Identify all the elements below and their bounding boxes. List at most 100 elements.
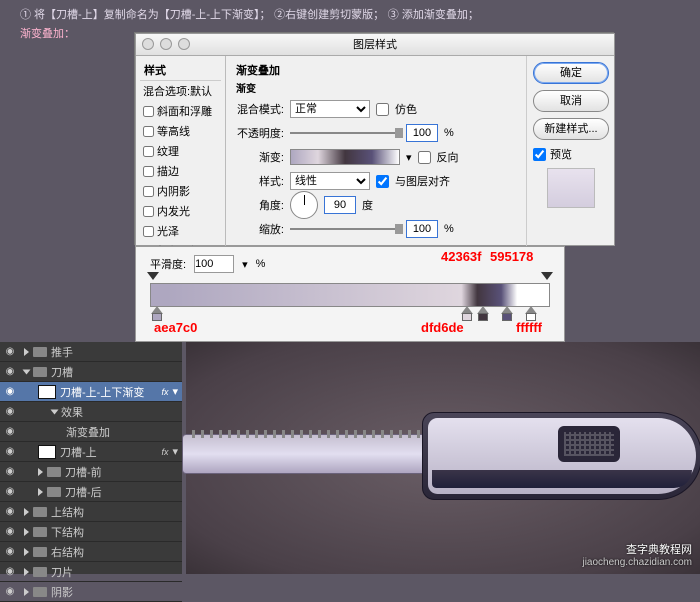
- layer-row[interactable]: ◉效果: [0, 402, 182, 422]
- scale-slider[interactable]: [290, 228, 400, 230]
- blend-options-item[interactable]: 混合选项:默认: [140, 81, 221, 101]
- disclosure-icon[interactable]: [24, 588, 29, 596]
- style-item[interactable]: 内阴影: [140, 181, 221, 201]
- dither-checkbox[interactable]: [376, 103, 389, 116]
- style-checkbox[interactable]: [143, 226, 154, 237]
- align-checkbox[interactable]: [376, 175, 389, 188]
- canvas-area[interactable]: [186, 342, 700, 574]
- layer-row[interactable]: ◉推手: [0, 342, 182, 362]
- layer-row[interactable]: ◉ 刀槽: [0, 362, 182, 382]
- layer-thumbnail: [38, 445, 56, 459]
- layer-row[interactable]: ◉ 渐变叠加: [0, 422, 182, 442]
- style-item[interactable]: 光泽: [140, 221, 221, 241]
- style-item[interactable]: 描边: [140, 161, 221, 181]
- fx-dropdown-icon[interactable]: ▾: [172, 445, 178, 458]
- layer-name: 渐变叠加: [66, 424, 110, 440]
- visibility-icon[interactable]: ◉: [4, 426, 16, 438]
- visibility-icon[interactable]: ◉: [4, 546, 16, 558]
- opacity-stop[interactable]: [147, 272, 159, 284]
- layer-row[interactable]: ◉刀槽-后: [0, 482, 182, 502]
- disclosure-icon[interactable]: [24, 348, 29, 356]
- visibility-icon[interactable]: ◉: [4, 506, 16, 518]
- style-item[interactable]: 纹理: [140, 141, 221, 161]
- color-stop[interactable]: [151, 306, 163, 318]
- disclosure-icon[interactable]: [51, 409, 59, 414]
- zoom-icon[interactable]: [178, 38, 190, 50]
- reverse-checkbox[interactable]: [418, 151, 431, 164]
- styles-header[interactable]: 样式: [140, 60, 221, 81]
- gradient-dropdown-icon[interactable]: ▾: [406, 151, 412, 164]
- style-checkbox[interactable]: [143, 206, 154, 217]
- fx-dropdown-icon[interactable]: ▾: [172, 385, 178, 398]
- disclosure-icon[interactable]: [38, 488, 43, 496]
- angle-label: 角度:: [236, 197, 284, 213]
- fx-badge[interactable]: fx: [161, 387, 168, 397]
- layer-name: 刀槽: [51, 364, 73, 380]
- visibility-icon[interactable]: ◉: [4, 386, 16, 398]
- layer-row[interactable]: ◉刀片: [0, 562, 182, 582]
- angle-input[interactable]: [324, 196, 356, 214]
- preview-label: 预览: [550, 146, 572, 162]
- disclosure-icon[interactable]: [38, 468, 43, 476]
- visibility-icon[interactable]: ◉: [4, 366, 16, 378]
- color-stop[interactable]: [461, 306, 473, 318]
- style-checkbox[interactable]: [143, 186, 154, 197]
- blend-mode-select[interactable]: 正常: [290, 100, 370, 118]
- layer-row[interactable]: ◉右结构: [0, 542, 182, 562]
- style-checkbox[interactable]: [143, 126, 154, 137]
- smoothness-dropdown-icon[interactable]: ▾: [242, 258, 248, 271]
- disclosure-icon[interactable]: [24, 568, 29, 576]
- visibility-icon[interactable]: ◉: [4, 446, 16, 458]
- folder-icon: [33, 507, 47, 517]
- visibility-icon[interactable]: ◉: [4, 466, 16, 478]
- preview-checkbox[interactable]: [533, 148, 546, 161]
- disclosure-icon[interactable]: [24, 508, 29, 516]
- opacity-stop[interactable]: [541, 272, 553, 284]
- visibility-icon[interactable]: ◉: [4, 526, 16, 538]
- gradient-bar-large[interactable]: [150, 283, 550, 307]
- visibility-icon[interactable]: ◉: [4, 566, 16, 578]
- scale-input[interactable]: [406, 220, 438, 238]
- style-item[interactable]: 内发光: [140, 201, 221, 221]
- close-icon[interactable]: [142, 38, 154, 50]
- layer-row[interactable]: ◉上结构: [0, 502, 182, 522]
- visibility-icon[interactable]: ◉: [4, 586, 16, 598]
- style-select[interactable]: 线性: [290, 172, 370, 190]
- opacity-slider[interactable]: [290, 132, 400, 134]
- opacity-input[interactable]: [406, 124, 438, 142]
- disclosure-icon[interactable]: [23, 369, 31, 374]
- minimize-icon[interactable]: [160, 38, 172, 50]
- style-label: 内发光: [157, 203, 190, 219]
- new-style-button[interactable]: 新建样式...: [533, 118, 609, 140]
- color-stop[interactable]: [525, 306, 537, 318]
- visibility-icon[interactable]: ◉: [4, 486, 16, 498]
- angle-dial[interactable]: [290, 191, 318, 219]
- style-checkbox[interactable]: [143, 146, 154, 157]
- fx-badge[interactable]: fx: [161, 447, 168, 457]
- hex-code-label: 595178: [490, 249, 533, 264]
- dither-label: 仿色: [395, 101, 417, 117]
- style-checkbox[interactable]: [143, 166, 154, 177]
- disclosure-icon[interactable]: [24, 548, 29, 556]
- ok-button[interactable]: 确定: [533, 62, 609, 84]
- gradient-picker[interactable]: [290, 149, 400, 165]
- style-checkbox[interactable]: [143, 106, 154, 117]
- visibility-icon[interactable]: ◉: [4, 406, 16, 418]
- hex-code-label: dfd6de: [421, 320, 464, 335]
- layer-row[interactable]: ◉刀槽-上-上下渐变fx ▾: [0, 382, 182, 402]
- smoothness-input[interactable]: [194, 255, 234, 273]
- color-stop[interactable]: [501, 306, 513, 318]
- cancel-button[interactable]: 取消: [533, 90, 609, 112]
- visibility-icon[interactable]: ◉: [4, 346, 16, 358]
- dialog-titlebar[interactable]: 图层样式: [136, 34, 614, 56]
- style-item[interactable]: 等高线: [140, 121, 221, 141]
- disclosure-icon[interactable]: [24, 528, 29, 536]
- layer-row[interactable]: ◉阴影: [0, 582, 182, 602]
- layer-name: 下结构: [51, 524, 84, 540]
- color-stop[interactable]: [477, 306, 489, 318]
- folder-icon: [33, 547, 47, 557]
- layer-row[interactable]: ◉ 下结构: [0, 522, 182, 542]
- layer-row[interactable]: ◉刀槽-上fx ▾: [0, 442, 182, 462]
- style-item[interactable]: 斜面和浮雕: [140, 101, 221, 121]
- layer-row[interactable]: ◉刀槽-前: [0, 462, 182, 482]
